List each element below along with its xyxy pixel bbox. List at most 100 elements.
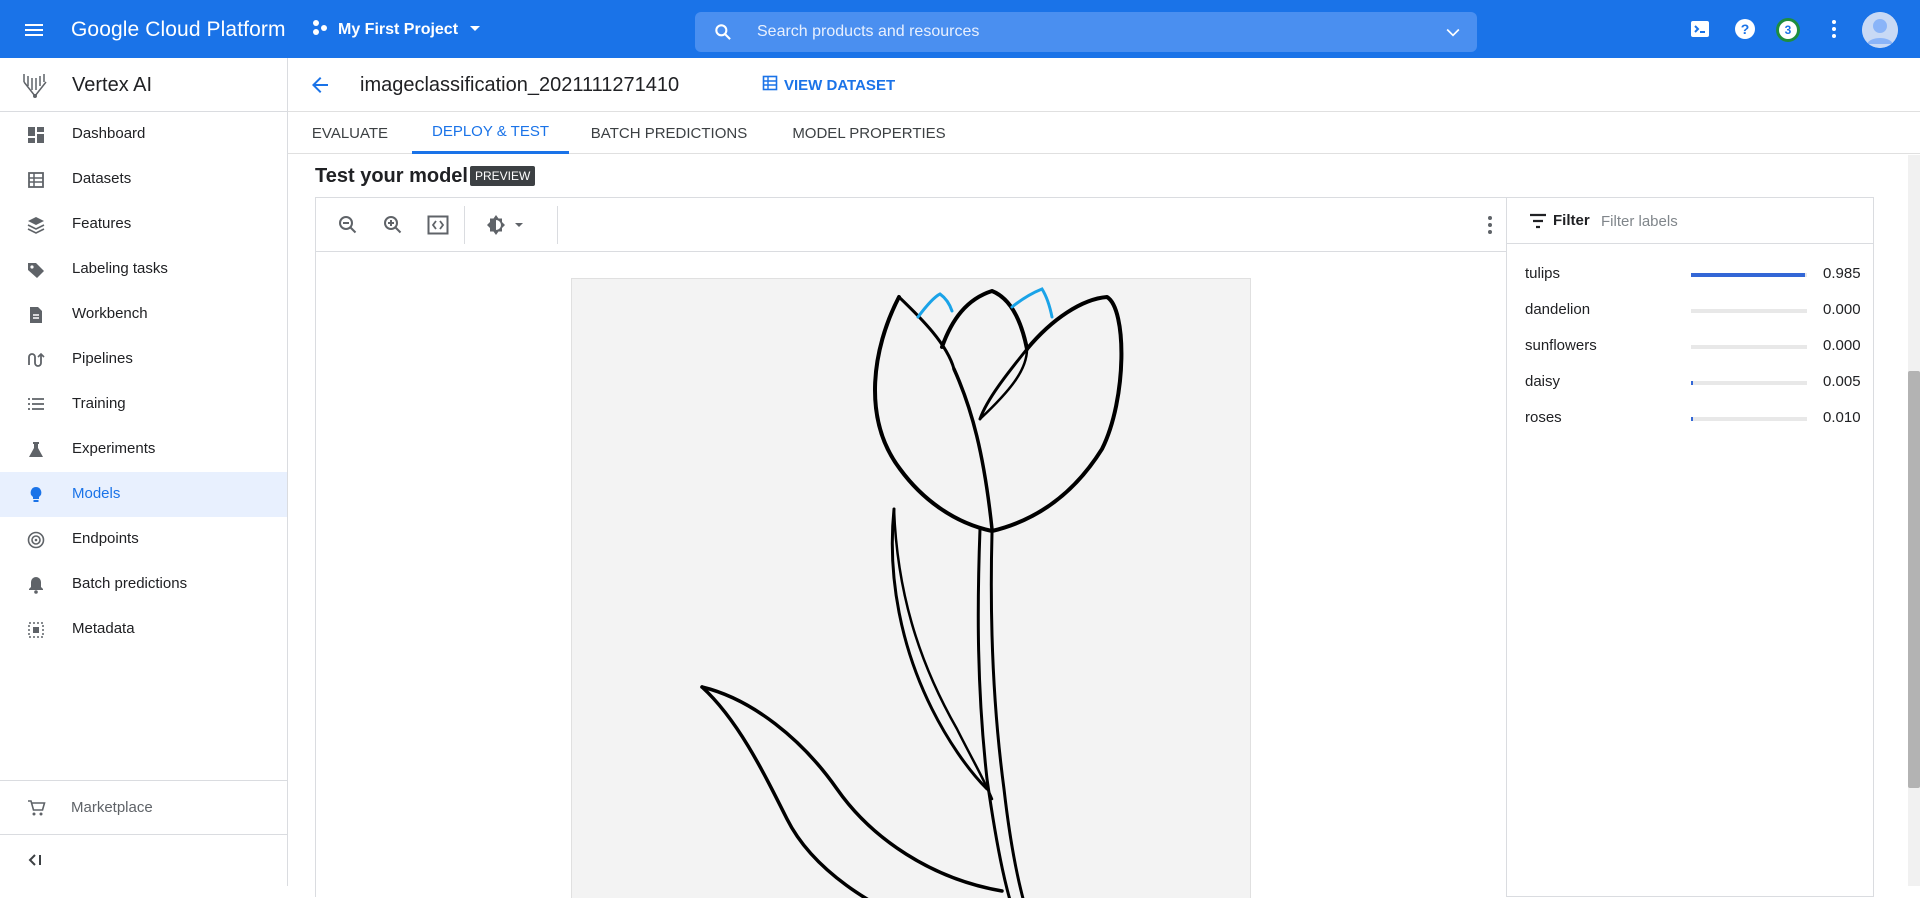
prediction-label: sunflowers xyxy=(1525,337,1597,354)
image-canvas xyxy=(316,253,1506,898)
sidebar-item-label: Marketplace xyxy=(71,799,153,816)
sidebar-footer: Marketplace xyxy=(0,780,287,887)
filter-labels-input[interactable] xyxy=(1601,208,1851,234)
batch-predictions-icon xyxy=(26,575,46,595)
tab-batch-predictions[interactable]: BATCH PREDICTIONS xyxy=(569,112,769,154)
sidebar-item-batch-predictions[interactable]: Batch predictions xyxy=(0,562,287,607)
product-name[interactable]: Google Cloud Platform xyxy=(71,18,286,42)
prediction-score: 0.000 xyxy=(1823,301,1861,318)
tab-deploy-test[interactable]: DEPLOY & TEST xyxy=(412,112,569,154)
search-input[interactable] xyxy=(757,12,1407,52)
sidebar: Vertex AI Dashboard Datasets Features La… xyxy=(0,58,288,886)
sidebar-item-marketplace[interactable]: Marketplace xyxy=(0,781,287,835)
project-picker[interactable]: My First Project xyxy=(312,16,484,44)
dashboard-icon xyxy=(26,125,46,145)
notifications-badge[interactable]: 3 xyxy=(1776,18,1800,42)
zoom-out-icon[interactable] xyxy=(336,213,360,237)
sidebar-item-models[interactable]: Models xyxy=(0,472,287,517)
sidebar-item-features[interactable]: Features xyxy=(0,202,287,247)
sidebar-item-datasets[interactable]: Datasets xyxy=(0,157,287,202)
avatar[interactable] xyxy=(1862,12,1898,48)
prediction-row: daisy 0.005 xyxy=(1525,364,1861,400)
scrollbar-thumb[interactable] xyxy=(1908,371,1920,788)
confidence-bar xyxy=(1691,309,1807,313)
confidence-bar-fill xyxy=(1691,417,1693,421)
confidence-bar xyxy=(1691,273,1807,277)
tab-bar: EVALUATE DEPLOY & TEST BATCH PREDICTIONS… xyxy=(288,112,1920,154)
label-icon xyxy=(26,260,46,280)
test-image xyxy=(571,278,1251,898)
sidebar-item-label: Models xyxy=(72,485,121,502)
main-menu-icon[interactable] xyxy=(22,18,46,42)
prediction-row: roses 0.010 xyxy=(1525,400,1861,436)
fit-to-view-icon[interactable] xyxy=(426,213,450,237)
sidebar-item-training[interactable]: Training xyxy=(0,382,287,427)
section-title: Test your model xyxy=(315,165,468,187)
sidebar-item-pipelines[interactable]: Pipelines xyxy=(0,337,287,382)
tab-model-properties[interactable]: MODEL PROPERTIES xyxy=(769,112,969,154)
sidebar-item-label: Labeling tasks xyxy=(72,260,168,277)
sidebar-item-label: Metadata xyxy=(72,620,135,637)
dataset-grid-icon xyxy=(762,75,778,95)
prediction-score: 0.985 xyxy=(1823,265,1861,282)
view-dataset-button[interactable]: VIEW DATASET xyxy=(762,75,895,95)
sidebar-item-label: Pipelines xyxy=(72,350,133,367)
help-icon[interactable]: ? xyxy=(1733,17,1757,41)
more-vert-icon[interactable] xyxy=(1822,17,1846,41)
sidebar-item-label: Features xyxy=(72,215,132,232)
confidence-bar xyxy=(1691,417,1807,421)
workbench-icon xyxy=(26,305,46,325)
prediction-score: 0.005 xyxy=(1823,373,1861,390)
sidebar-item-labeling-tasks[interactable]: Labeling tasks xyxy=(0,247,287,292)
features-icon xyxy=(26,215,46,235)
zoom-in-icon[interactable] xyxy=(381,213,405,237)
sidebar-item-metadata[interactable]: Metadata xyxy=(0,607,287,652)
sidebar-item-label: Experiments xyxy=(72,440,156,457)
pipelines-icon xyxy=(26,350,46,370)
page-scrollbar[interactable] xyxy=(1908,155,1920,886)
sidebar-item-label: Endpoints xyxy=(72,530,139,547)
view-dataset-label: VIEW DATASET xyxy=(784,76,896,94)
sidebar-nav: Dashboard Datasets Features Labeling tas… xyxy=(0,112,287,652)
confidence-bar xyxy=(1691,345,1807,349)
training-icon xyxy=(26,395,46,415)
metadata-icon xyxy=(26,620,46,640)
confidence-bar-fill xyxy=(1691,273,1806,277)
prediction-label: roses xyxy=(1525,409,1562,426)
collapse-sidebar-button[interactable] xyxy=(0,835,287,887)
prediction-row: tulips 0.985 xyxy=(1525,256,1861,292)
prediction-score: 0.000 xyxy=(1823,337,1861,354)
sidebar-item-experiments[interactable]: Experiments xyxy=(0,427,287,472)
cloud-shell-icon[interactable] xyxy=(1688,17,1712,41)
sidebar-item-dashboard[interactable]: Dashboard xyxy=(0,112,287,157)
toolbar-divider xyxy=(557,206,558,244)
prediction-score: 0.010 xyxy=(1823,409,1861,426)
prediction-label: daisy xyxy=(1525,373,1561,390)
sidebar-item-workbench[interactable]: Workbench xyxy=(0,292,287,337)
datasets-icon xyxy=(26,170,46,190)
sidebar-title: Vertex AI xyxy=(72,74,153,96)
page-title: imageclassification_2021111271410 xyxy=(360,74,680,96)
filter-label: Filter xyxy=(1553,212,1590,229)
back-arrow-icon[interactable] xyxy=(308,73,332,97)
tab-evaluate[interactable]: EVALUATE xyxy=(288,112,412,154)
models-icon xyxy=(26,485,46,505)
sidebar-item-label: Workbench xyxy=(72,305,148,322)
search-bar[interactable] xyxy=(695,12,1477,52)
sidebar-item-label: Training xyxy=(72,395,126,412)
shopping-cart-icon xyxy=(26,798,46,822)
confidence-bar-fill xyxy=(1691,381,1693,385)
toolbar-divider xyxy=(464,206,465,244)
prediction-label: tulips xyxy=(1525,265,1561,282)
prediction-row: dandelion 0.000 xyxy=(1525,292,1861,328)
sidebar-header: Vertex AI xyxy=(0,58,287,112)
search-icon xyxy=(713,22,733,47)
sidebar-item-label: Batch predictions xyxy=(72,575,188,592)
brightness-icon[interactable] xyxy=(484,213,528,237)
filter-icon[interactable] xyxy=(1529,213,1547,234)
sidebar-item-endpoints[interactable]: Endpoints xyxy=(0,517,287,562)
more-vert-icon[interactable] xyxy=(1478,213,1502,237)
project-icon xyxy=(312,19,330,42)
top-app-bar: Google Cloud Platform My First Project ?… xyxy=(0,0,1920,58)
chevron-down-icon[interactable] xyxy=(1443,22,1463,47)
